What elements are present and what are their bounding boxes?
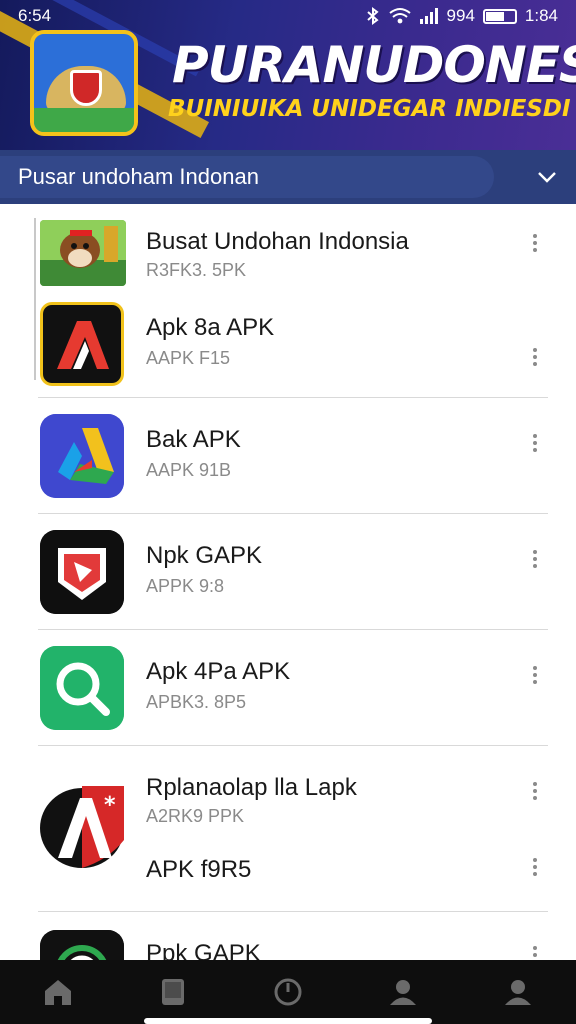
- list-item[interactable]: Ppk GAPK: [38, 912, 548, 960]
- app-title: Rplanaolap lla Lapk: [146, 774, 357, 801]
- app-title: APK f9R5: [146, 856, 252, 883]
- logo-ground: [34, 108, 134, 132]
- search-magnifier-icon: [40, 646, 124, 730]
- app-title: Npk GAPK: [146, 542, 263, 569]
- cartoon-dog-icon: [40, 220, 126, 286]
- google-drive-icon: [40, 414, 124, 498]
- person-icon: [390, 980, 417, 1005]
- svg-text:*: *: [104, 793, 116, 818]
- list-item[interactable]: Npk GAPK APPK 9:8: [38, 514, 548, 630]
- list-item[interactable]: Bak APK AAPK 91B: [38, 398, 548, 514]
- bottom-navigation: [0, 960, 576, 1024]
- app-title: Ppk GAPK: [146, 940, 261, 960]
- wifi-icon: [388, 8, 411, 24]
- status-signal-text: 994: [446, 6, 475, 25]
- app-subtitle: A2RK9 PPK: [146, 806, 245, 826]
- nav-history[interactable]: [268, 972, 308, 1012]
- app-subtitle: R3FK3. 5PK: [146, 260, 247, 280]
- more-options-icon[interactable]: [532, 550, 538, 570]
- app-list: Busat Undohan Indonsia R3FK3. 5PK Apk 8a…: [0, 204, 576, 960]
- brand-title: PURANUDONESIA: [172, 36, 576, 94]
- bluetooth-icon: [366, 7, 379, 25]
- more-options-icon[interactable]: [532, 858, 538, 878]
- map-marker-icon: [40, 530, 124, 614]
- nav-library[interactable]: [153, 972, 193, 1012]
- brand-subtitle: BUINIUIKA UNIDEGAR INDIESDI: [168, 96, 571, 122]
- app-subtitle: APPK 9:8: [146, 576, 225, 596]
- status-clock-right: 1:84: [524, 6, 558, 25]
- status-icons: 994 1:84: [365, 6, 558, 26]
- chevron-down-icon[interactable]: [536, 166, 558, 188]
- brand-logo: [30, 30, 138, 136]
- app-title: Bak APK: [146, 426, 241, 453]
- status-bar: 6:54 994 1:84: [0, 0, 576, 32]
- status-time: 6:54: [18, 6, 52, 25]
- nav-account[interactable]: [498, 972, 538, 1012]
- more-options-icon[interactable]: [532, 782, 538, 802]
- adobe-a-icon: [40, 302, 124, 386]
- app-header: 6:54 994 1:84 PURANUDONESIA BUINIUIKA UN…: [0, 0, 576, 150]
- home-icon: [44, 980, 71, 1005]
- list-item[interactable]: * Rplanaolap lla Lapk A2RK9 PPK APK f9R5: [38, 746, 548, 912]
- more-options-icon[interactable]: [532, 666, 538, 686]
- power-clock-icon: [274, 978, 302, 1006]
- bookmark-icon: [161, 979, 184, 1005]
- app-title: Apk 8a APK: [146, 314, 275, 341]
- app-title: Busat Undohan Indonsia: [146, 228, 409, 255]
- category-dropdown[interactable]: Pusar undoham Indonan: [0, 150, 576, 204]
- list-item[interactable]: Apk 4Pa APK APBK3. 8P5: [38, 630, 548, 746]
- a-star-shield-icon: *: [38, 780, 126, 870]
- app-subtitle: AAPK 91B: [146, 460, 232, 480]
- garuda-shield: [70, 70, 102, 106]
- dropdown-label: Pusar undoham Indonan: [18, 164, 259, 189]
- circle-logo-icon: [40, 930, 124, 960]
- cell-signal-icon: [419, 8, 438, 24]
- nav-home[interactable]: [38, 972, 78, 1012]
- app-subtitle: APBK3. 8P5: [146, 692, 247, 712]
- account-icon: [505, 980, 532, 1005]
- battery-icon: [482, 8, 517, 24]
- home-indicator: [144, 1018, 432, 1024]
- more-options-icon[interactable]: [532, 348, 538, 368]
- more-options-icon[interactable]: [532, 234, 538, 254]
- group-border: [34, 218, 36, 380]
- more-options-icon[interactable]: [532, 946, 538, 960]
- list-item[interactable]: Busat Undohan Indonsia R3FK3. 5PK Apk 8a…: [38, 204, 548, 398]
- nav-contacts[interactable]: [383, 972, 423, 1012]
- more-options-icon[interactable]: [532, 434, 538, 454]
- app-title: Apk 4Pa APK: [146, 658, 291, 685]
- app-subtitle: AAPK F15: [146, 348, 231, 368]
